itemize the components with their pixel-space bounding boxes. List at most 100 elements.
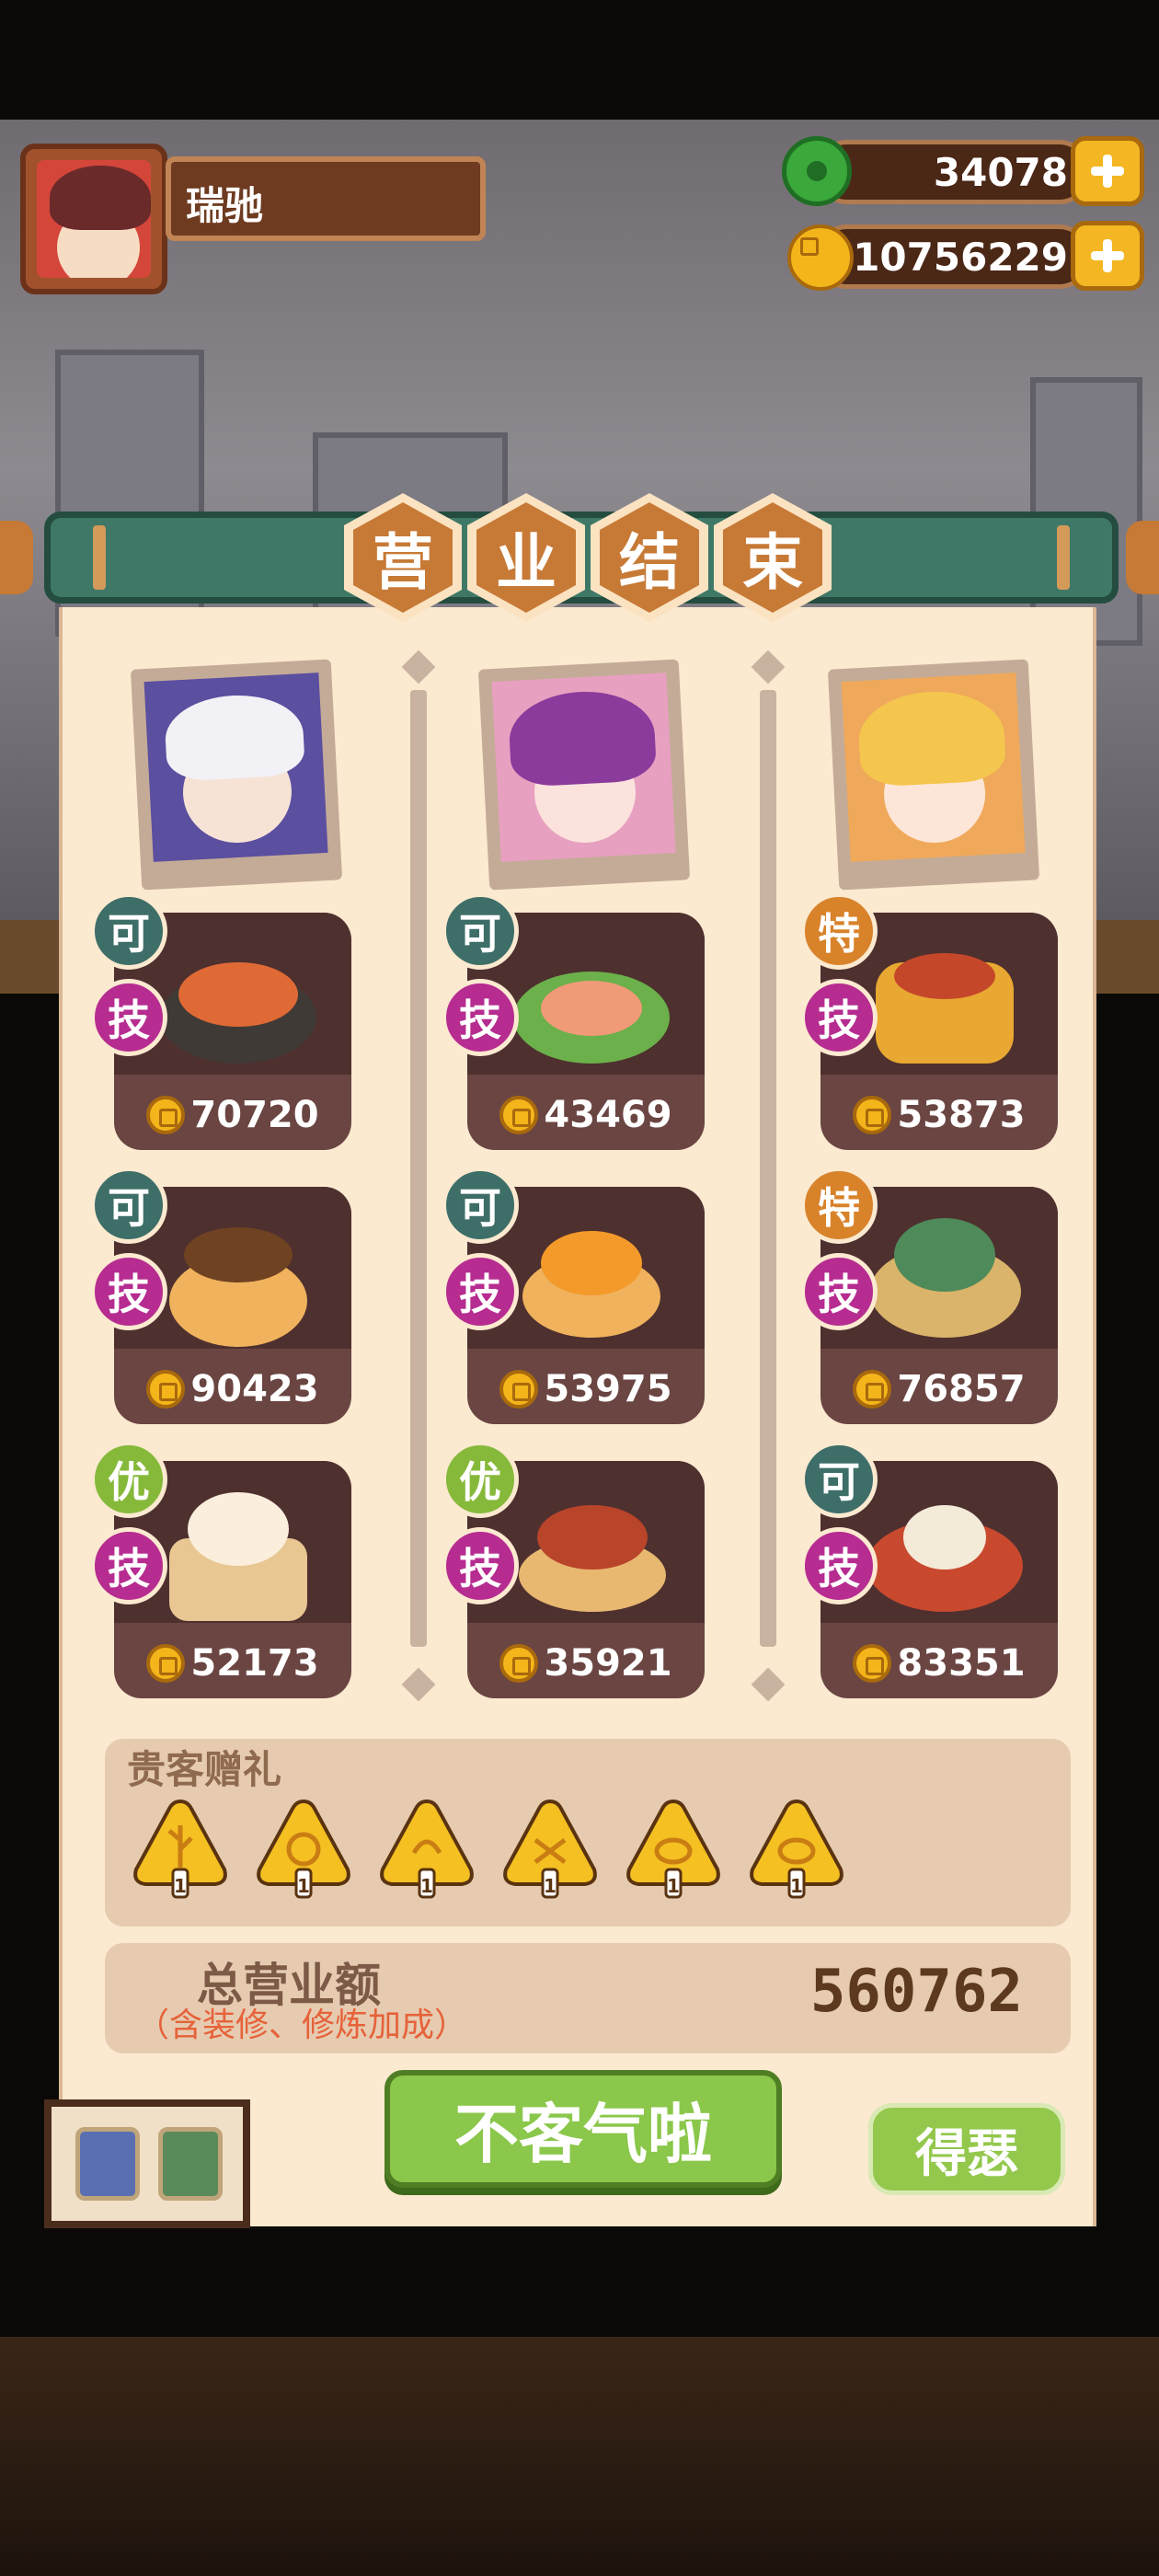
dish-price: 35921: [467, 1636, 705, 1691]
header-stripe: [93, 525, 106, 590]
dish-lobster-image: [857, 1483, 1032, 1621]
header-stripe: [1057, 525, 1070, 590]
grade-badge: 可: [442, 1167, 519, 1244]
coin-icon: [146, 1644, 186, 1683]
jade-icon: [782, 136, 852, 206]
dish-hotpot-image: [857, 935, 1032, 1073]
avatar-portrait: [37, 160, 151, 278]
column-divider: [760, 690, 776, 1647]
dish-price-value: 53873: [897, 1094, 1026, 1136]
coin-icon: [499, 1096, 539, 1134]
player-name: 瑞驰: [186, 183, 264, 228]
banner-char: 营: [353, 502, 453, 613]
coin-icon: [499, 1644, 539, 1683]
banner-char: 业: [476, 502, 576, 613]
grade-badge: 特: [800, 892, 878, 970]
banner-char: 束: [723, 502, 822, 613]
corner-menu: [44, 2099, 250, 2228]
dish-seafood-salad-image: [504, 935, 679, 1073]
add-jade-button[interactable]: [1071, 136, 1144, 206]
knot-gift-icon[interactable]: 1: [502, 1798, 598, 1899]
dish-price-value: 90423: [190, 1368, 319, 1410]
share-button[interactable]: 得瑟: [868, 2103, 1065, 2195]
grade-badge: 可: [90, 892, 167, 970]
grade-badge: 可: [90, 1167, 167, 1244]
elephant-gift-icon[interactable]: 1: [625, 1798, 721, 1899]
coin-icon: [853, 1096, 892, 1134]
skill-badge: 技: [442, 1253, 519, 1330]
total-revenue-box: 总营业额 （含装修、修炼加成） 560762: [105, 1943, 1071, 2053]
grade-badge: 可: [800, 1441, 878, 1518]
dish-crab-hotpot-image: [151, 935, 326, 1073]
panel-right-knob: [1126, 521, 1159, 594]
total-revenue-value: 560762: [809, 1958, 1023, 2026]
elephant-gift-icon[interactable]: 1: [749, 1798, 844, 1899]
dish-price-value: 52173: [190, 1642, 319, 1685]
gift-count: 1: [174, 1875, 187, 1897]
total-revenue-note: （含装修、修炼加成）: [136, 2007, 468, 2044]
chef-portrait-image: [143, 673, 328, 862]
skill-badge: 技: [442, 1527, 519, 1604]
column-divider: [410, 690, 427, 1647]
player-name-plate: 瑞驰: [166, 156, 486, 241]
gold-amount: 10756229: [853, 235, 1068, 280]
skill-badge: 技: [800, 1527, 878, 1604]
coin-icon: [146, 1096, 186, 1134]
player-avatar[interactable]: [20, 144, 167, 294]
gold-coin-icon: [787, 224, 854, 291]
dish-price: 83351: [820, 1636, 1058, 1691]
gift-count: 1: [420, 1875, 433, 1897]
banner-char: 结: [600, 502, 699, 613]
guest-gifts-title: 贵客赠礼: [127, 1747, 282, 1792]
dish-price-value: 43469: [544, 1094, 672, 1136]
grade-badge: 优: [442, 1441, 519, 1518]
dish-golden-bowl-image: [504, 1209, 679, 1347]
skill-badge: 技: [800, 979, 878, 1056]
grade-badge: 特: [800, 1167, 878, 1244]
dish-price: 70720: [114, 1087, 351, 1143]
chef-portrait-image: [841, 673, 1026, 862]
chef-portrait-image: [491, 673, 676, 862]
grade-badge: 可: [442, 892, 519, 970]
coin-icon: [853, 1644, 892, 1683]
tree-gift-icon[interactable]: 1: [132, 1798, 228, 1899]
add-gold-button[interactable]: [1071, 221, 1144, 291]
chef-portrait-2[interactable]: [477, 659, 691, 891]
coin-icon: [499, 1370, 539, 1409]
gift-count: 1: [667, 1875, 680, 1897]
spiral-gift-icon[interactable]: 1: [256, 1798, 351, 1899]
confirm-button[interactable]: 不客气啦: [384, 2070, 782, 2188]
dish-stew-pot-image: [151, 1209, 326, 1347]
gift-count: 1: [544, 1875, 557, 1897]
coin-icon: [853, 1370, 892, 1409]
green-gear-icon[interactable]: [158, 2127, 223, 2201]
dish-price-value: 53975: [544, 1368, 672, 1410]
skill-badge: 技: [442, 979, 519, 1056]
blue-gear-icon[interactable]: [75, 2127, 140, 2201]
background-floor: [0, 2337, 1159, 2576]
skill-badge: 技: [800, 1253, 878, 1330]
dish-braised-pork-image: [504, 1483, 679, 1621]
grade-badge: 优: [90, 1441, 167, 1518]
dish-price-value: 35921: [544, 1642, 672, 1685]
dish-price: 76857: [820, 1362, 1058, 1417]
dish-fish-platter-image: [857, 1209, 1032, 1347]
dish-price-value: 83351: [897, 1642, 1026, 1685]
dish-price-value: 76857: [897, 1368, 1026, 1410]
chef-portrait-1[interactable]: [130, 659, 343, 891]
dish-dumpling-steamer-image: [151, 1483, 326, 1621]
jade-currency-bar: 34078: [815, 140, 1091, 204]
gift-count: 1: [790, 1875, 803, 1897]
skill-badge: 技: [90, 979, 167, 1056]
skill-badge: 技: [90, 1527, 167, 1604]
skill-badge: 技: [90, 1253, 167, 1330]
dish-price: 53873: [820, 1087, 1058, 1143]
dish-price: 52173: [114, 1636, 351, 1691]
dish-price-value: 70720: [190, 1094, 319, 1136]
swirl-gift-icon[interactable]: 1: [379, 1798, 475, 1899]
chef-portrait-3[interactable]: [827, 659, 1040, 891]
dish-price: 90423: [114, 1362, 351, 1417]
gift-count: 1: [297, 1875, 310, 1897]
dish-price: 53975: [467, 1362, 705, 1417]
coin-icon: [146, 1370, 186, 1409]
